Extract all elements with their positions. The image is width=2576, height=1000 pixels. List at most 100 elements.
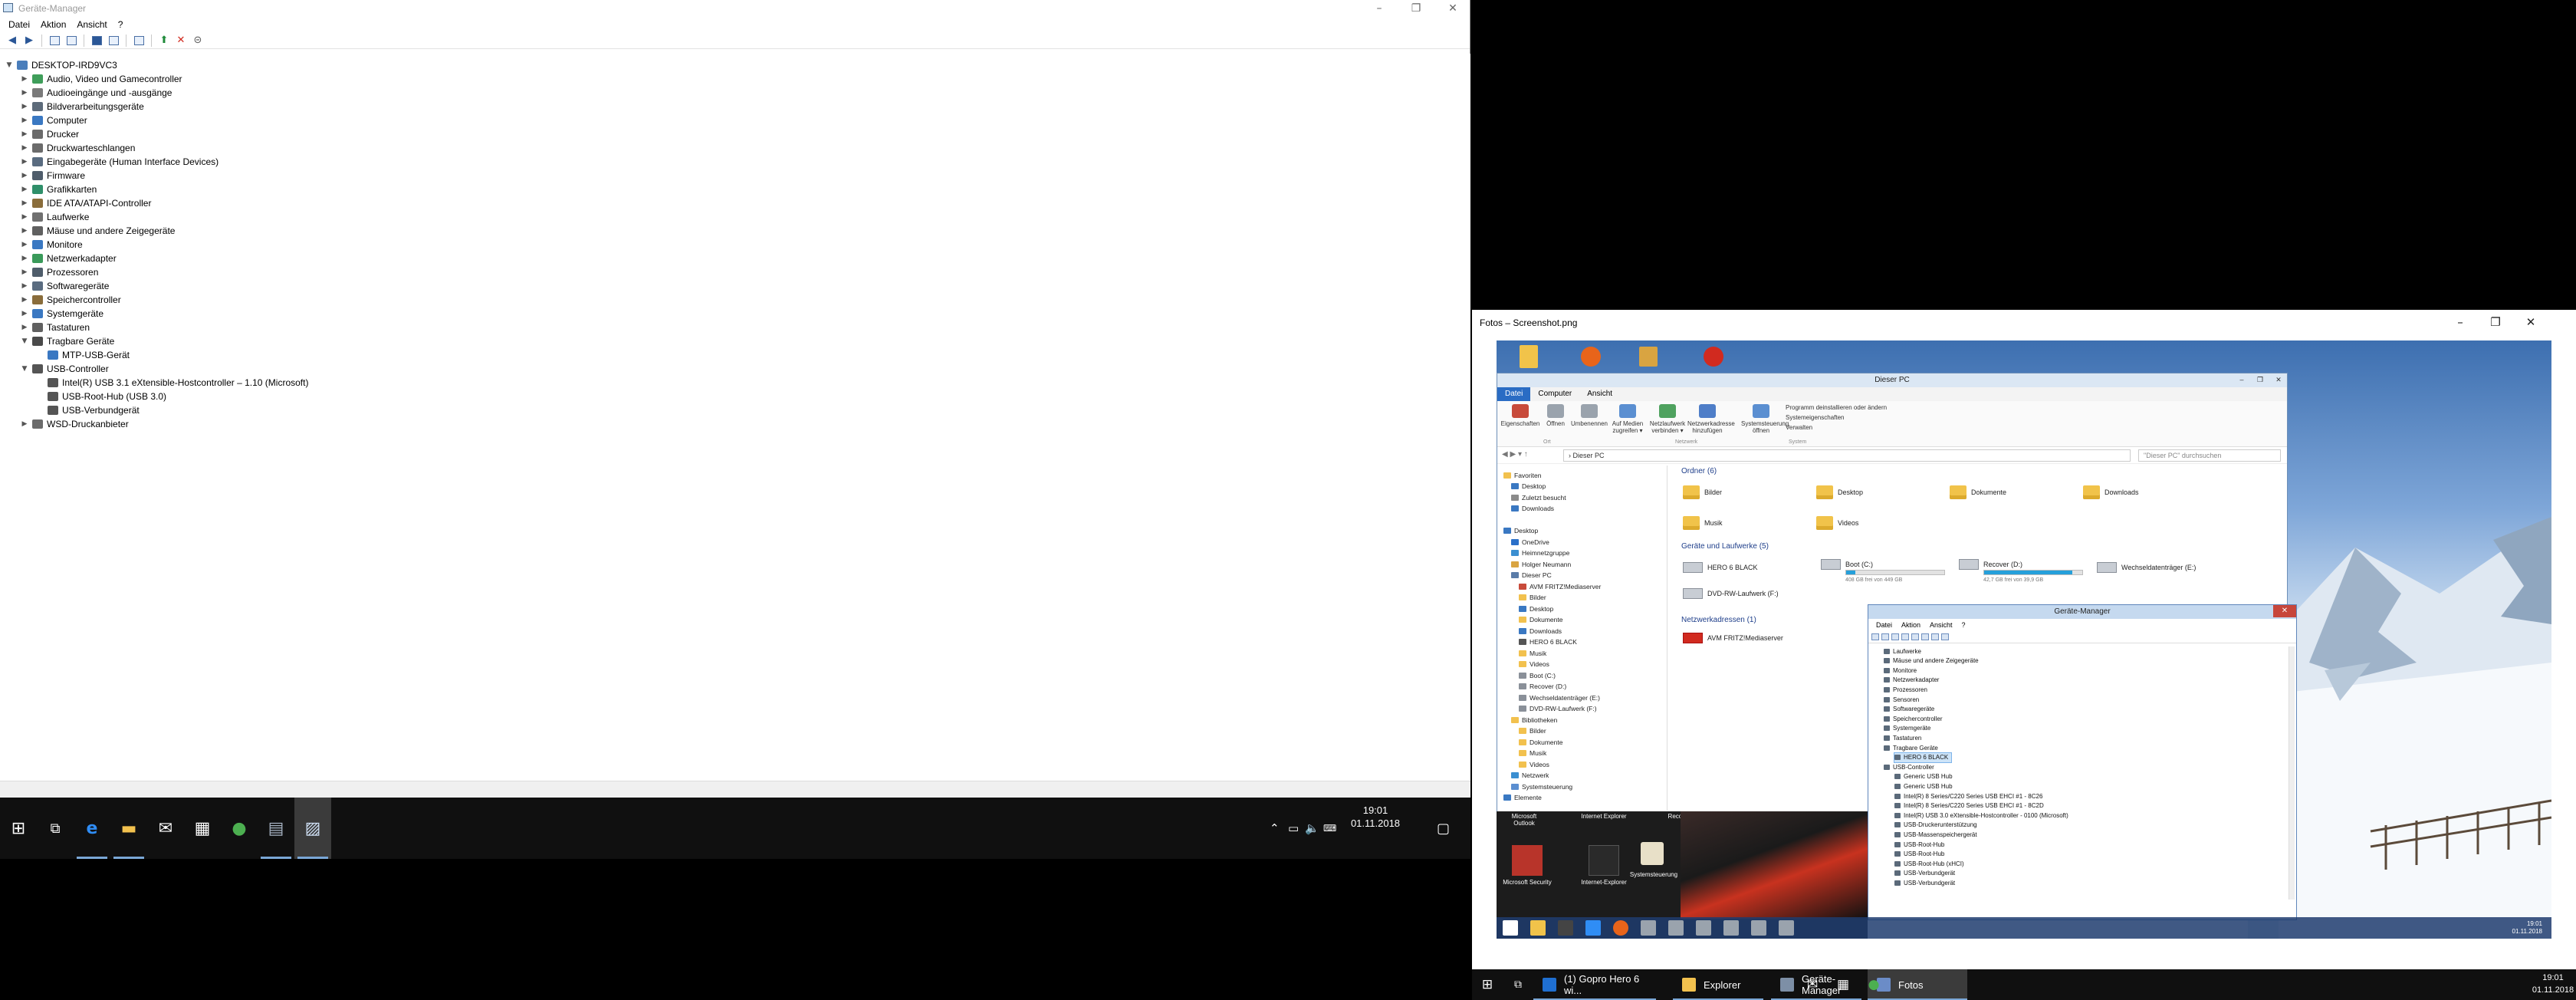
action-center-icon[interactable]: ▢ [1437,798,1450,859]
dm2-tree-node[interactable]: Netzwerkadapter [1884,676,1939,685]
dm2-scrollbar[interactable] [2288,646,2295,900]
folder-tile[interactable]: Downloads [2083,485,2139,499]
tree-node[interactable]: ▶ WSD-Druckanbieter [20,417,129,431]
collapsed-chevron-icon[interactable]: ▶ [20,103,29,110]
explorer-minimize-button[interactable]: – [2233,374,2250,385]
dm2-properties-icon[interactable] [1901,633,1909,640]
tree-node[interactable]: ▼ Tragbare Geräte [20,334,115,348]
tree-node[interactable]: ▶ Monitore [20,238,83,252]
nav-tree-item[interactable]: OneDrive [1511,537,1549,547]
nav-tree-item[interactable]: Desktop [1519,604,1553,613]
network-icon[interactable]: ▭ [1288,798,1299,859]
tree-node[interactable]: ▶ Druckwarteschlangen [20,141,136,155]
tree-node[interactable]: ▶ Bildverarbeitungsgeräte [20,100,144,113]
nav-tree-item[interactable]: Videos [1519,660,1549,669]
collapsed-chevron-icon[interactable]: ▶ [20,282,29,290]
maximize-button[interactable]: ❐ [1398,0,1434,17]
collapsed-chevron-icon[interactable]: ▶ [20,172,29,179]
photos-task-icon[interactable]: ▨ [294,798,331,859]
start-windows-icon[interactable]: ⊞ [0,798,37,859]
folder-tile[interactable]: Dokumente [1950,485,2006,499]
device-tree[interactable]: ▼ DESKTOP-IRD9VC3 ▶ Audio, Video und Gameco… [0,54,1470,781]
ribbon-button[interactable]: Netzlaufwerk verbinden ▾ [1648,404,1687,434]
nav-tree-item[interactable]: Downloads [1519,626,1562,636]
tree-node[interactable]: ▶ Netzwerkadapter [20,252,117,265]
dm2-menu-datei[interactable]: Datei [1871,621,1897,629]
dm2-tree-node[interactable]: Mäuse und andere Zeigegeräte [1884,656,1979,666]
nav-tree-item[interactable]: Musik [1519,748,1546,758]
nav-tree-item[interactable]: Recover (D:) [1519,682,1566,692]
dm2-update-icon[interactable] [1931,633,1939,640]
drive-tile[interactable]: DVD-RW-Laufwerk (F:) [1683,588,1779,599]
tree-node[interactable]: ▶ Tastaturen [20,321,90,334]
volume-icon[interactable]: 🔈 [1305,798,1319,859]
tree-node[interactable]: USB-Verbundgerät [35,403,140,417]
nav-tree-item[interactable]: Netzwerk [1511,771,1549,781]
menu-datei[interactable]: Datei [3,19,35,30]
tree-node[interactable]: ▼ DESKTOP-IRD9VC3 [5,58,117,72]
close-button[interactable]: ✕ [1435,0,1470,17]
ribbon-button[interactable]: Auf Medien zugreifen ▾ [1608,404,1648,434]
dm2-tree-node[interactable]: Systemgeräte [1884,724,1930,733]
tree-node[interactable]: ▶ IDE ATA/ATAPI-Controller [20,196,152,210]
collapsed-chevron-icon[interactable]: ▶ [20,268,29,276]
tree-node[interactable]: ▶ Eingabegeräte (Human Interface Devices) [20,155,219,169]
dm2-menu-help[interactable]: ? [1957,621,1970,629]
right-task-view-icon[interactable]: ⧉ [1503,969,1533,1000]
forward-arrow-icon[interactable]: ▶ [21,34,37,48]
collapsed-chevron-icon[interactable]: ▶ [20,324,29,331]
network-section-header[interactable]: Netzwerkadressen (1) [1681,616,1756,624]
properties-icon[interactable] [64,34,79,48]
dm2-tree-node[interactable]: USB-Controller [1884,762,1934,771]
dm2-tree-node[interactable]: USB-Druckerunterstützung [1894,821,1977,830]
taskbar-app-button[interactable]: Explorer [1673,969,1763,1000]
disable-device-icon[interactable]: ⊝ [190,34,205,48]
ribbon-button[interactable]: Netzwerkadresse hinzufügen [1687,404,1735,434]
devices-section-header[interactable]: Geräte und Laufwerke (5) [1681,542,1769,551]
tree-node[interactable]: MTP-USB-Gerät [35,348,130,362]
nav-tree-item[interactable]: Dokumente [1519,615,1562,625]
drive-tile[interactable]: Boot (C:) [1821,559,1873,570]
dm2-tree-node[interactable]: USB-Root-Hub [1894,840,1944,849]
calculator-icon[interactable]: ▦ [184,798,221,859]
dm2-tree-node[interactable]: Prozessoren [1884,685,1927,694]
photos-close-button[interactable]: ✕ [2513,313,2548,331]
xbox-icon[interactable]: ● [221,798,258,859]
edge-browser-icon[interactable]: e [74,798,110,859]
expanded-chevron-icon[interactable]: ▼ [20,337,29,345]
right-clock[interactable]: 19:01 01.11.2018 [2530,972,2576,996]
taskbar-app-button[interactable]: (1) Gopro Hero 6 wi... [1533,969,1656,1000]
tree-node[interactable]: ▶ Prozessoren [20,265,99,279]
nav-tree-item[interactable]: Musik [1519,648,1546,658]
ribbon-side-link[interactable]: Systemeigenschaften [1786,414,1845,421]
dm2-tree-node[interactable]: HERO 6 BLACK [1893,752,1953,763]
address-bar[interactable]: › Dieser PC [1563,449,2131,462]
collapsed-chevron-icon[interactable]: ▶ [20,144,29,152]
mail-icon[interactable]: ✉ [147,798,184,859]
help-icon[interactable] [89,34,104,48]
menu-aktion[interactable]: Aktion [35,19,71,30]
nav-tree-item[interactable]: Holger Neumann [1511,559,1571,569]
collapsed-chevron-icon[interactable]: ▶ [20,420,29,428]
tree-node[interactable]: ▶ Computer [20,113,87,127]
collapsed-chevron-icon[interactable]: ▶ [20,310,29,317]
explorer-navigation-pane[interactable]: Favoriten Desktop Zuletzt besucht Downloads… [1497,465,1668,811]
tree-view-icon[interactable] [47,34,62,48]
network-location-tile[interactable]: AVM FRITZ!Mediaserver [1683,633,1783,643]
nav-arrows-icon[interactable]: ◀ ▶ ▾ ↑ [1502,450,1528,459]
right-xbox-icon[interactable]: ● [1858,969,1889,1000]
ribbon-side-link[interactable]: Programm deinstallieren oder ändern [1786,404,1887,411]
dm2-close-button[interactable]: ✕ [2273,605,2296,617]
device-manager-task-icon[interactable]: ▤ [258,798,294,859]
nav-tree-item[interactable]: Downloads [1511,504,1554,514]
explorer-close-button[interactable]: ✕ [2270,374,2287,385]
dm2-tree-node[interactable]: Laufwerke [1884,646,1921,656]
dm2-tree-node[interactable]: Monitore [1884,666,1917,675]
nav-tree-item[interactable]: Dokumente [1519,737,1562,747]
nav-tree-item[interactable]: Bilder [1519,593,1546,603]
tray-chevron-icon[interactable]: ⌃ [1270,798,1280,859]
collapsed-chevron-icon[interactable]: ▶ [20,241,29,248]
collapsed-chevron-icon[interactable]: ▶ [20,296,29,304]
dm2-tree-node[interactable]: USB-Verbundgerät [1894,878,1955,887]
dm2-tree-node[interactable]: Speichercontroller [1884,714,1942,723]
